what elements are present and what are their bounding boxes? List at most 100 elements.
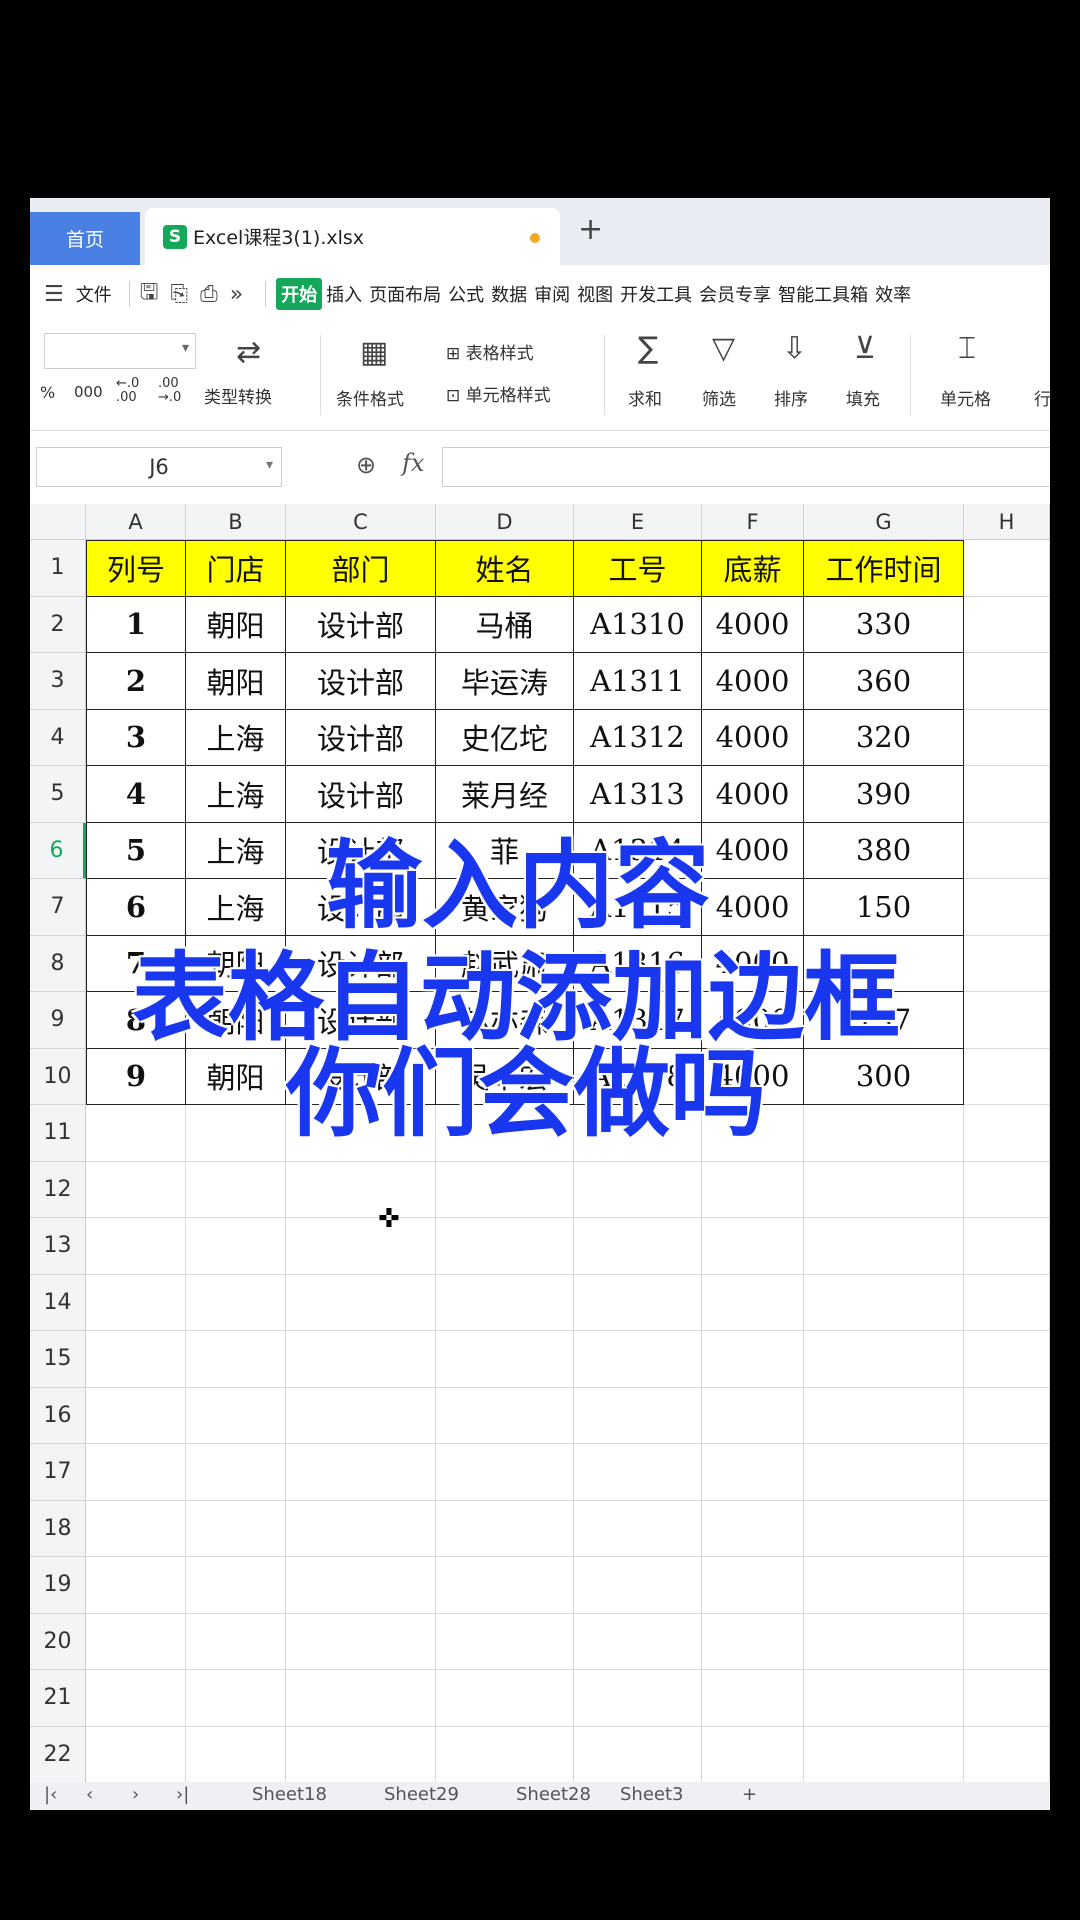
- chevron-down-icon[interactable]: ▾: [266, 457, 273, 473]
- row-header[interactable]: 7: [30, 879, 86, 936]
- column-header[interactable]: D: [436, 504, 574, 540]
- convert-icon[interactable]: ⇄: [236, 335, 261, 370]
- table-header-cell[interactable]: 工号: [574, 540, 702, 597]
- row-header[interactable]: 14: [30, 1274, 86, 1331]
- table-header-cell[interactable]: 门店: [186, 540, 286, 597]
- row-header[interactable]: 21: [30, 1670, 86, 1727]
- table-cell[interactable]: 史亿坨: [436, 709, 574, 766]
- table-cell[interactable]: 320: [804, 709, 964, 766]
- add-tab-button[interactable]: +: [578, 212, 603, 247]
- table-header-cell[interactable]: 姓名: [436, 540, 574, 597]
- fx-icon[interactable]: fx: [402, 449, 424, 477]
- tab-file[interactable]: S Excel课程3(1).xlsx: [145, 208, 560, 265]
- fill-icon[interactable]: ⊻: [854, 331, 876, 366]
- row-header[interactable]: 8: [30, 935, 86, 992]
- row-header[interactable]: 4: [30, 709, 86, 766]
- column-header[interactable]: C: [286, 504, 436, 540]
- table-cell[interactable]: 上海: [186, 766, 286, 823]
- menu-insert[interactable]: 插入: [326, 281, 362, 307]
- filter-button[interactable]: 筛选: [702, 385, 736, 410]
- row-header[interactable]: 15: [30, 1331, 86, 1388]
- add-sheet-icon[interactable]: +: [742, 1784, 757, 1805]
- sort-icon[interactable]: ⇩: [782, 331, 807, 366]
- sum-button[interactable]: 求和: [628, 385, 662, 410]
- percent-format-button[interactable]: %: [40, 383, 55, 402]
- column-header[interactable]: B: [186, 504, 286, 540]
- menu-start[interactable]: 开始: [276, 278, 323, 310]
- column-header[interactable]: G: [804, 504, 964, 540]
- conditional-format-button[interactable]: 条件格式: [336, 385, 404, 410]
- row-header[interactable]: 16: [30, 1387, 86, 1444]
- row-header[interactable]: 22: [30, 1726, 86, 1783]
- zoom-icon[interactable]: ⊕: [356, 451, 376, 479]
- menu-developer[interactable]: 开发工具: [620, 281, 692, 307]
- sum-icon[interactable]: ∑: [638, 331, 658, 366]
- row-header[interactable]: 10: [30, 1048, 86, 1105]
- table-cell[interactable]: 朝阳: [186, 653, 286, 710]
- tab-home[interactable]: 首页: [30, 212, 140, 265]
- table-cell[interactable]: 设计部: [286, 653, 436, 710]
- table-cell[interactable]: 设计部: [286, 596, 436, 653]
- last-sheet-icon[interactable]: ›|: [176, 1784, 189, 1805]
- table-cell[interactable]: 360: [804, 653, 964, 710]
- type-convert-button[interactable]: 类型转换: [204, 383, 272, 408]
- sheet-tab[interactable]: Sheet3: [620, 1784, 684, 1805]
- row-header[interactable]: 9: [30, 992, 86, 1049]
- table-cell[interactable]: 毕运涛: [436, 653, 574, 710]
- menu-efficiency[interactable]: 效率: [875, 281, 911, 307]
- menu-view[interactable]: 视图: [577, 281, 613, 307]
- table-cell[interactable]: 390: [804, 766, 964, 823]
- menu-review[interactable]: 审阅: [534, 281, 570, 307]
- print-icon[interactable]: ⎙: [200, 282, 218, 307]
- row-button[interactable]: 行: [1034, 385, 1050, 410]
- table-cell[interactable]: 1: [86, 596, 186, 653]
- decrease-decimal-button[interactable]: .00 →.0: [158, 377, 181, 405]
- save-icon[interactable]: 🖫: [140, 275, 159, 313]
- increase-decimal-button[interactable]: ←.0 .00: [116, 377, 139, 405]
- table-cell[interactable]: 330: [804, 596, 964, 653]
- row-header[interactable]: 17: [30, 1444, 86, 1501]
- table-cell[interactable]: 4000: [702, 766, 804, 823]
- row-header[interactable]: 13: [30, 1218, 86, 1275]
- table-cell[interactable]: 4000: [702, 596, 804, 653]
- menu-formula[interactable]: 公式: [448, 281, 484, 307]
- column-header[interactable]: H: [964, 504, 1050, 540]
- select-all-corner[interactable]: [30, 504, 86, 540]
- row-header[interactable]: 11: [30, 1105, 86, 1162]
- menu-member[interactable]: 会员专享: [699, 281, 771, 307]
- thousands-format-button[interactable]: 000: [74, 383, 103, 401]
- menu-smart-tools[interactable]: 智能工具箱: [778, 281, 868, 307]
- row-header[interactable]: 12: [30, 1161, 86, 1218]
- menu-file[interactable]: 文件: [76, 281, 112, 307]
- row-header[interactable]: 20: [30, 1613, 86, 1670]
- table-cell[interactable]: 3: [86, 709, 186, 766]
- sheet-tab[interactable]: Sheet18: [252, 1784, 327, 1805]
- cell-button[interactable]: 单元格: [940, 385, 991, 410]
- table-cell[interactable]: A1310: [574, 596, 702, 653]
- name-box[interactable]: J6 ▾: [36, 447, 282, 487]
- sheet-tab[interactable]: Sheet28: [516, 1784, 591, 1805]
- hamburger-icon[interactable]: ☰: [44, 282, 64, 307]
- table-style-button[interactable]: ⊞ 表格样式: [446, 339, 534, 364]
- conditional-format-icon[interactable]: ▦: [360, 335, 388, 370]
- table-cell[interactable]: 4000: [702, 653, 804, 710]
- column-header[interactable]: E: [574, 504, 702, 540]
- table-header-cell[interactable]: 列号: [86, 540, 186, 597]
- row-header[interactable]: 1: [30, 540, 86, 597]
- menu-page-layout[interactable]: 页面布局: [369, 281, 441, 307]
- export-icon[interactable]: ⎘: [170, 282, 188, 307]
- table-cell[interactable]: 上海: [186, 822, 286, 879]
- cell-icon[interactable]: ⌶: [958, 331, 976, 366]
- row-header[interactable]: 2: [30, 596, 86, 653]
- menu-data[interactable]: 数据: [491, 281, 527, 307]
- table-cell[interactable]: 设计部: [286, 709, 436, 766]
- cell-style-button[interactable]: ⊡ 单元格样式: [446, 381, 551, 406]
- fill-button[interactable]: 填充: [846, 385, 880, 410]
- table-cell[interactable]: 4000: [702, 709, 804, 766]
- table-cell[interactable]: A1311: [574, 653, 702, 710]
- row-header[interactable]: 5: [30, 766, 86, 823]
- row-header[interactable]: 18: [30, 1500, 86, 1557]
- row-header[interactable]: 3: [30, 653, 86, 710]
- table-cell[interactable]: 4: [86, 766, 186, 823]
- table-cell[interactable]: 2: [86, 653, 186, 710]
